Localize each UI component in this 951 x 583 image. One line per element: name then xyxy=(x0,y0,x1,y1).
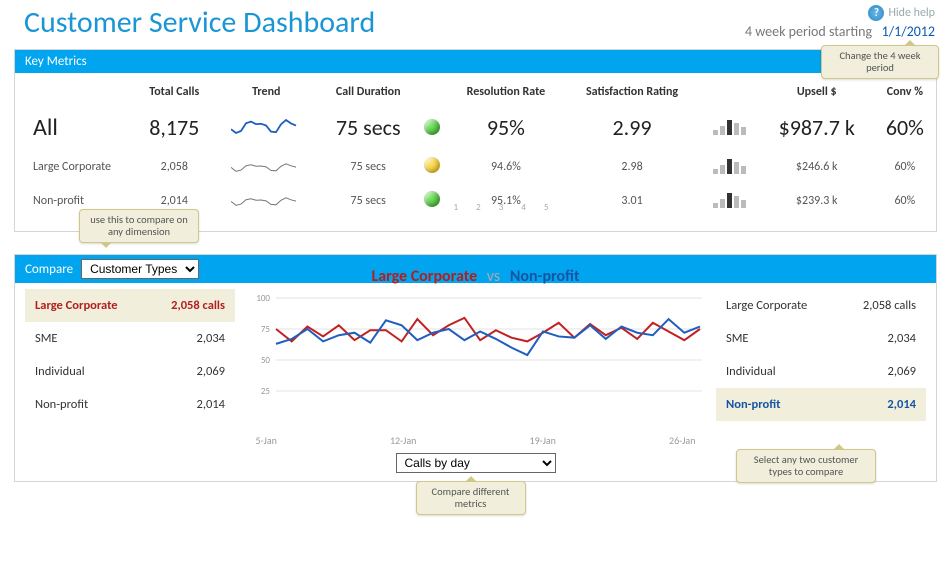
cell-duration: 75 secs xyxy=(319,184,417,218)
row-label: Large Corporate xyxy=(15,150,135,184)
list-item[interactable]: SME 2,034 xyxy=(25,322,235,355)
cell-upsell: $239.3 k xyxy=(760,184,874,218)
svg-text:75: 75 xyxy=(260,324,270,335)
svg-text:100: 100 xyxy=(256,293,270,304)
table-row[interactable]: All 8,175 75 secs 95% 2.99 $987.7 k 60% xyxy=(15,105,936,150)
cell-trend xyxy=(214,150,319,184)
cell-satisfaction: 2.98 xyxy=(564,150,699,184)
list-item-value: 2,058 calls xyxy=(863,298,916,313)
cell-conv: 60% xyxy=(874,184,936,218)
cell-rating-bars xyxy=(700,184,760,218)
cell-resolution: 95% xyxy=(447,105,564,150)
list-item-value: 2,034 xyxy=(197,331,225,346)
cell-total-calls: 8,175 xyxy=(135,105,214,150)
cell-trend xyxy=(214,105,319,150)
header: Customer Service Dashboard ? Hide help 4… xyxy=(0,0,951,43)
cell-resolution-dot xyxy=(417,150,447,184)
list-item[interactable]: Non-profit 2,014 xyxy=(25,388,235,421)
x-axis-labels: 5-Jan 12-Jan 19-Jan 26-Jan xyxy=(256,434,696,447)
list-item[interactable]: Individual 2,069 xyxy=(25,355,235,388)
list-item-label: Large Corporate xyxy=(35,298,118,313)
cell-resolution-dot xyxy=(417,184,447,218)
cell-resolution: 94.6% xyxy=(447,150,564,184)
list-item-value: 2,058 calls xyxy=(171,298,225,313)
panel-compare: Compare Customer Types Large Corporate2,… xyxy=(14,254,937,482)
list-item-label: Non-profit xyxy=(726,397,780,412)
panel-key-metrics: Key Metrics Total Calls Trend Call Durat… xyxy=(14,49,937,232)
list-item-value: 2,014 xyxy=(887,397,916,412)
cell-duration: 75 secs xyxy=(319,150,417,184)
cell-satisfaction: 3.01 xyxy=(564,184,699,218)
list-item-label: Large Corporate xyxy=(726,298,807,313)
page-title: Customer Service Dashboard xyxy=(24,4,375,41)
compare-list-right: Large Corporate 2,058 calls SME 2,034 Indivi… xyxy=(716,289,926,473)
callout-select-types: Select any two customer types to compare xyxy=(736,449,876,483)
cell-rating-bars xyxy=(700,150,760,184)
compare-chart-title: Large Corporate vs Non-profit xyxy=(371,267,579,286)
row-label: All xyxy=(15,105,135,150)
list-item[interactable]: Non-profit 2,014 xyxy=(716,388,926,421)
cell-conv: 60% xyxy=(874,105,936,150)
list-item[interactable]: SME 2,034 xyxy=(716,322,926,355)
compare-list-left: Large Corporate 2,058 calls SME 2,034 Indivi… xyxy=(25,289,235,473)
cell-total-calls: 2,058 xyxy=(135,150,214,184)
list-item[interactable]: Large Corporate 2,058 calls xyxy=(716,289,926,322)
list-item-value: 2,069 xyxy=(197,364,225,379)
metrics-header-row: Total Calls Trend Call Duration Resoluti… xyxy=(15,79,936,105)
list-item-label: SME xyxy=(35,331,58,346)
list-item[interactable]: Large Corporate 2,058 calls xyxy=(25,289,235,322)
cell-upsell: $246.6 k xyxy=(760,150,874,184)
list-item-label: Non-profit xyxy=(35,397,88,412)
cell-duration: 75 secs xyxy=(319,105,417,150)
period-prefix: 4 week period starting xyxy=(745,23,872,40)
compare-dimension-select[interactable]: Customer Types xyxy=(81,259,199,279)
hide-help-link[interactable]: ? Hide help xyxy=(868,5,935,21)
cell-conv: 60% xyxy=(874,150,936,184)
cell-trend xyxy=(214,184,319,218)
status-dot-icon xyxy=(424,191,440,207)
hide-help-label: Hide help xyxy=(888,6,935,20)
cell-satisfaction: 2.99 xyxy=(564,105,699,150)
list-item[interactable]: Individual 2,069 xyxy=(716,355,926,388)
help-icon: ? xyxy=(868,5,884,21)
list-item-label: Individual xyxy=(726,364,776,379)
list-item-value: 2,034 xyxy=(888,331,916,346)
rating-axis-labels: 1 2 3 4 5 xyxy=(445,202,565,213)
status-dot-icon xyxy=(424,119,440,135)
compare-line-chart: 25 50 75 100 xyxy=(246,292,706,432)
list-item-value: 2,014 xyxy=(197,397,225,412)
svg-text:25: 25 xyxy=(260,386,270,397)
callout-dimension: use this to compare on any dimension xyxy=(79,209,199,243)
list-item-label: SME xyxy=(726,331,749,346)
metrics-table: Total Calls Trend Call Duration Resoluti… xyxy=(15,79,936,218)
table-row[interactable]: Large Corporate 2,058 75 secs 94.6% 2.98… xyxy=(15,150,936,184)
status-dot-icon xyxy=(424,157,440,173)
list-item-label: Individual xyxy=(35,364,85,379)
cell-resolution-dot xyxy=(417,105,447,150)
cell-rating-bars xyxy=(700,105,760,150)
cell-upsell: $987.7 k xyxy=(760,105,874,150)
svg-text:50: 50 xyxy=(260,355,270,366)
callout-metric: Compare different metrics xyxy=(416,481,526,515)
panel-head-key-metrics: Key Metrics xyxy=(15,50,936,73)
list-item-value: 2,069 xyxy=(888,364,916,379)
